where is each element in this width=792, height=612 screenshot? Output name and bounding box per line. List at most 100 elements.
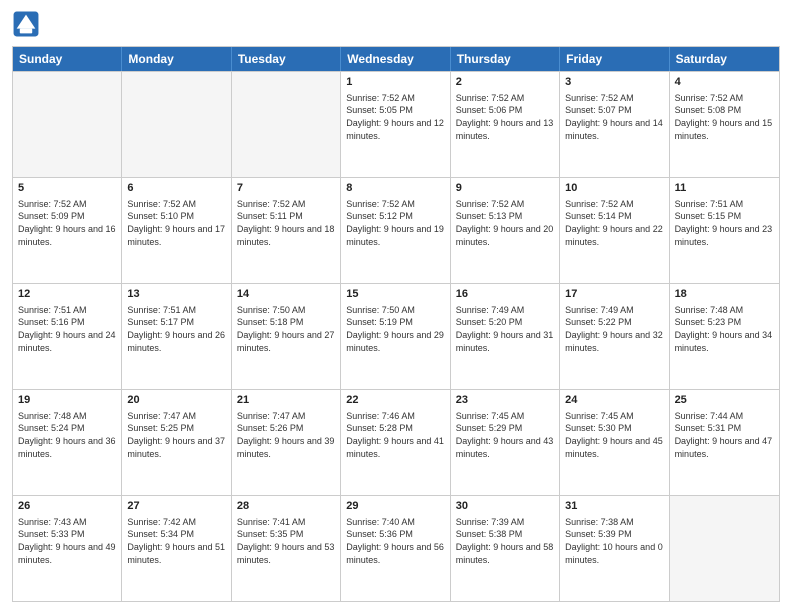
day-cell-11: 11 Sunrise: 7:51 AMSunset: 5:15 PMDayligh… (670, 178, 779, 283)
day-number: 31 (565, 499, 663, 514)
calendar-row-3: 19 Sunrise: 7:48 AMSunset: 5:24 PMDayligh… (13, 389, 779, 495)
day-cell-23: 23 Sunrise: 7:45 AMSunset: 5:29 PMDayligh… (451, 390, 560, 495)
day-cell-17: 17 Sunrise: 7:49 AMSunset: 5:22 PMDayligh… (560, 284, 669, 389)
day-cell-8: 8Sunrise: 7:52 AMSunset: 5:12 PMDaylight… (341, 178, 450, 283)
day-cell-31: 31Sunrise: 7:38 AMSunset: 5:39 PMDayligh… (560, 496, 669, 601)
day-info: Sunrise: 7:52 AMSunset: 5:13 PMDaylight:… (456, 198, 554, 248)
day-number: 13 (127, 287, 225, 302)
day-info: Sunrise: 7:51 AMSunset: 5:16 PMDaylight:… (18, 304, 116, 354)
day-number: 11 (675, 181, 774, 196)
header-day-sunday: Sunday (13, 47, 122, 71)
day-number: 8 (346, 181, 444, 196)
day-cell-25: 25 Sunrise: 7:44 AMSunset: 5:31 PMDayligh… (670, 390, 779, 495)
header-day-friday: Friday (560, 47, 669, 71)
day-info: Sunrise: 7:52 AMSunset: 5:07 PMDaylight:… (565, 92, 663, 142)
day-number: 22 (346, 393, 444, 408)
day-number: 3 (565, 75, 663, 90)
day-number: 30 (456, 499, 554, 514)
day-cell-20: 20Sunrise: 7:47 AMSunset: 5:25 PMDayligh… (122, 390, 231, 495)
day-info: Sunrise: 7:48 AMSunset: 5:23 PMDaylight:… (675, 304, 774, 354)
header (12, 10, 780, 38)
day-info: Sunrise: 7:52 AMSunset: 5:11 PMDaylight:… (237, 198, 335, 248)
day-number: 29 (346, 499, 444, 514)
day-info: Sunrise: 7:41 AMSunset: 5:35 PMDaylight:… (237, 516, 335, 566)
day-cell-14: 14 Sunrise: 7:50 AMSunset: 5:18 PMDayligh… (232, 284, 341, 389)
day-cell-18: 18 Sunrise: 7:48 AMSunset: 5:23 PMDayligh… (670, 284, 779, 389)
day-info: Sunrise: 7:51 AMSunset: 5:15 PMDaylight:… (675, 198, 774, 248)
header-day-tuesday: Tuesday (232, 47, 341, 71)
day-cell-2: 2Sunrise: 7:52 AMSunset: 5:06 PMDaylight… (451, 72, 560, 177)
day-info: Sunrise: 7:45 AMSunset: 5:29 PMDaylight:… (456, 410, 554, 460)
day-number: 19 (18, 393, 116, 408)
calendar-body: 1 Sunrise: 7:52 AMSunset: 5:05 PMDaylight… (13, 71, 779, 601)
day-number: 18 (675, 287, 774, 302)
day-info: Sunrise: 7:52 AMSunset: 5:08 PMDaylight:… (675, 92, 774, 142)
day-info: Sunrise: 7:40 AMSunset: 5:36 PMDaylight:… (346, 516, 444, 566)
empty-cell (670, 496, 779, 601)
day-number: 4 (675, 75, 774, 90)
day-info: Sunrise: 7:48 AMSunset: 5:24 PMDaylight:… (18, 410, 116, 460)
empty-cell (13, 72, 122, 177)
header-day-wednesday: Wednesday (341, 47, 450, 71)
day-info: Sunrise: 7:43 AMSunset: 5:33 PMDaylight:… (18, 516, 116, 566)
day-cell-13: 13Sunrise: 7:51 AMSunset: 5:17 PMDayligh… (122, 284, 231, 389)
day-cell-4: 4 Sunrise: 7:52 AMSunset: 5:08 PMDaylight… (670, 72, 779, 177)
day-cell-29: 29 Sunrise: 7:40 AMSunset: 5:36 PMDayligh… (341, 496, 450, 601)
day-info: Sunrise: 7:52 AMSunset: 5:06 PMDaylight:… (456, 92, 554, 142)
day-cell-21: 21 Sunrise: 7:47 AMSunset: 5:26 PMDayligh… (232, 390, 341, 495)
day-number: 14 (237, 287, 335, 302)
day-number: 15 (346, 287, 444, 302)
day-cell-16: 16Sunrise: 7:49 AMSunset: 5:20 PMDayligh… (451, 284, 560, 389)
day-cell-27: 27Sunrise: 7:42 AMSunset: 5:34 PMDayligh… (122, 496, 231, 601)
day-info: Sunrise: 7:45 AMSunset: 5:30 PMDaylight:… (565, 410, 663, 460)
day-info: Sunrise: 7:44 AMSunset: 5:31 PMDaylight:… (675, 410, 774, 460)
empty-cell (232, 72, 341, 177)
day-cell-22: 22 Sunrise: 7:46 AMSunset: 5:28 PMDayligh… (341, 390, 450, 495)
day-info: Sunrise: 7:49 AMSunset: 5:22 PMDaylight:… (565, 304, 663, 354)
day-number: 7 (237, 181, 335, 196)
day-cell-19: 19 Sunrise: 7:48 AMSunset: 5:24 PMDayligh… (13, 390, 122, 495)
day-number: 9 (456, 181, 554, 196)
day-cell-9: 9 Sunrise: 7:52 AMSunset: 5:13 PMDaylight… (451, 178, 560, 283)
day-number: 10 (565, 181, 663, 196)
header-day-saturday: Saturday (670, 47, 779, 71)
calendar-row-4: 26 Sunrise: 7:43 AMSunset: 5:33 PMDayligh… (13, 495, 779, 601)
day-info: Sunrise: 7:47 AMSunset: 5:26 PMDaylight:… (237, 410, 335, 460)
logo (12, 10, 44, 38)
day-number: 26 (18, 499, 116, 514)
day-info: Sunrise: 7:39 AMSunset: 5:38 PMDaylight:… (456, 516, 554, 566)
day-cell-1: 1 Sunrise: 7:52 AMSunset: 5:05 PMDaylight… (341, 72, 450, 177)
calendar-row-1: 5Sunrise: 7:52 AMSunset: 5:09 PMDaylight… (13, 177, 779, 283)
day-cell-26: 26 Sunrise: 7:43 AMSunset: 5:33 PMDayligh… (13, 496, 122, 601)
day-number: 21 (237, 393, 335, 408)
day-cell-28: 28 Sunrise: 7:41 AMSunset: 5:35 PMDayligh… (232, 496, 341, 601)
day-info: Sunrise: 7:47 AMSunset: 5:25 PMDaylight:… (127, 410, 225, 460)
day-cell-6: 6 Sunrise: 7:52 AMSunset: 5:10 PMDaylight… (122, 178, 231, 283)
day-number: 28 (237, 499, 335, 514)
day-info: Sunrise: 7:52 AMSunset: 5:05 PMDaylight:… (346, 92, 444, 142)
day-cell-3: 3 Sunrise: 7:52 AMSunset: 5:07 PMDaylight… (560, 72, 669, 177)
day-number: 24 (565, 393, 663, 408)
day-number: 23 (456, 393, 554, 408)
empty-cell (122, 72, 231, 177)
day-info: Sunrise: 7:52 AMSunset: 5:14 PMDaylight:… (565, 198, 663, 248)
calendar-row-0: 1 Sunrise: 7:52 AMSunset: 5:05 PMDaylight… (13, 71, 779, 177)
day-info: Sunrise: 7:50 AMSunset: 5:18 PMDaylight:… (237, 304, 335, 354)
calendar: SundayMondayTuesdayWednesdayThursdayFrid… (12, 46, 780, 602)
calendar-row-2: 12 Sunrise: 7:51 AMSunset: 5:16 PMDayligh… (13, 283, 779, 389)
header-day-thursday: Thursday (451, 47, 560, 71)
day-number: 12 (18, 287, 116, 302)
day-info: Sunrise: 7:50 AMSunset: 5:19 PMDaylight:… (346, 304, 444, 354)
day-cell-5: 5Sunrise: 7:52 AMSunset: 5:09 PMDaylight… (13, 178, 122, 283)
day-number: 1 (346, 75, 444, 90)
day-number: 25 (675, 393, 774, 408)
day-info: Sunrise: 7:52 AMSunset: 5:10 PMDaylight:… (127, 198, 225, 248)
day-cell-10: 10 Sunrise: 7:52 AMSunset: 5:14 PMDayligh… (560, 178, 669, 283)
day-info: Sunrise: 7:46 AMSunset: 5:28 PMDaylight:… (346, 410, 444, 460)
day-number: 17 (565, 287, 663, 302)
day-number: 6 (127, 181, 225, 196)
day-info: Sunrise: 7:52 AMSunset: 5:09 PMDaylight:… (18, 198, 116, 248)
day-info: Sunrise: 7:49 AMSunset: 5:20 PMDaylight:… (456, 304, 554, 354)
day-info: Sunrise: 7:42 AMSunset: 5:34 PMDaylight:… (127, 516, 225, 566)
day-cell-30: 30 Sunrise: 7:39 AMSunset: 5:38 PMDayligh… (451, 496, 560, 601)
